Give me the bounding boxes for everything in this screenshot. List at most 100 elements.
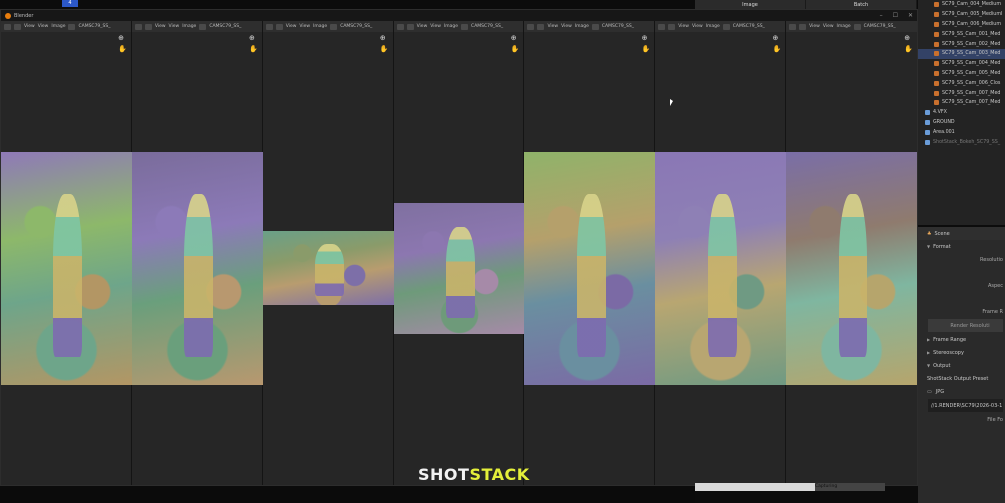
image-browse-icon[interactable] <box>591 23 599 30</box>
outliner-item[interactable]: ShotStack_Bokeh_SC79_SS_ <box>918 137 1005 147</box>
camera-image-name[interactable]: CAMSC79_SS_ <box>864 24 896 29</box>
view-menu[interactable]: View <box>24 24 35 29</box>
stereoscopy-section[interactable]: ▶ Stereoscopy <box>918 346 1005 359</box>
hand-pan-icon[interactable]: ✋ <box>642 46 651 53</box>
view-menu-2[interactable]: View <box>169 24 180 29</box>
image-editor-pane[interactable]: View View Image CAMSC79_SS_ ⊕ ✋ <box>262 21 394 485</box>
mode-icon[interactable] <box>406 23 414 30</box>
outliner-item[interactable]: SC79_Cam_005_MediumI <box>918 10 1005 20</box>
camera-image-name[interactable]: CAMSC79_SS_ <box>209 24 241 29</box>
camera-image-name[interactable]: CAMSC79_SS_ <box>78 24 110 29</box>
close-button[interactable]: ✕ <box>908 12 913 19</box>
output-path-field[interactable]: //1.RENDER\SC79\2026-03-1 <box>928 399 1003 412</box>
editor-type-icon[interactable] <box>396 23 404 30</box>
zoom-icon[interactable]: ⊕ <box>249 35 258 42</box>
editor-type-icon[interactable] <box>4 23 11 30</box>
view-menu-2[interactable]: View <box>692 24 703 29</box>
view-menu-2[interactable]: View <box>299 24 310 29</box>
file-format-row[interactable]: ▭ JPG <box>918 385 1005 398</box>
view-menu[interactable]: View <box>155 24 166 29</box>
view-menu[interactable]: View <box>809 24 820 29</box>
image-editor-pane[interactable]: View View Image CAMSC79_SS_ ⊕ ✋ <box>524 21 656 485</box>
minimize-button[interactable]: – <box>880 12 883 19</box>
view-menu[interactable]: View <box>417 24 428 29</box>
desktop-tab[interactable]: 4 <box>62 0 78 7</box>
outliner-item[interactable]: SC79_SS_Cam_007_Med <box>918 98 1005 108</box>
outliner-item[interactable]: SC79_SS_Cam_001_Med <box>918 29 1005 39</box>
editor-type-icon[interactable] <box>134 23 142 30</box>
hand-pan-icon[interactable]: ✋ <box>380 46 389 53</box>
outliner-item[interactable]: 4.VFX <box>918 108 1005 118</box>
image-menu[interactable]: Image <box>51 24 65 29</box>
image-menu[interactable]: Image <box>444 24 458 29</box>
maximize-button[interactable]: ☐ <box>893 12 898 19</box>
view-menu-2[interactable]: View <box>38 24 49 29</box>
hand-pan-icon[interactable]: ✋ <box>904 46 913 53</box>
camera-image-name[interactable]: CAMSC79_SS_ <box>340 24 372 29</box>
mode-icon[interactable] <box>144 23 152 30</box>
zoom-icon[interactable]: ⊕ <box>642 35 651 42</box>
image-menu[interactable]: Image <box>313 24 327 29</box>
camera-image-name[interactable]: CAMSC79_SS_ <box>471 24 503 29</box>
outliner-item[interactable]: SC79_SS_Cam_004_Med <box>918 59 1005 69</box>
render-resolution-button[interactable]: Render Resoluti <box>928 319 1003 332</box>
frame-range-section[interactable]: ▶ Frame Range <box>918 333 1005 346</box>
image-browse-icon[interactable] <box>853 23 861 30</box>
image-browse-icon[interactable] <box>199 23 207 30</box>
image-menu[interactable]: Image <box>837 24 851 29</box>
format-section[interactable]: ▼ Format <box>918 240 1005 253</box>
frame-rate-field[interactable]: Frame R <box>918 305 1005 318</box>
aspect-field[interactable]: Aspec <box>918 279 1005 292</box>
image-editor-pane[interactable]: View View Image CAMSC79_SS_ ⊕ ✋ <box>131 21 263 485</box>
scene-header[interactable]: ♣ Scene <box>918 227 1005 240</box>
hand-pan-icon[interactable]: ✋ <box>249 46 258 53</box>
mode-icon[interactable] <box>537 23 545 30</box>
outliner-item[interactable]: GROUND <box>918 118 1005 128</box>
camera-image-name[interactable]: CAMSC79_SS_ <box>602 24 634 29</box>
image-browse-icon[interactable] <box>330 23 338 30</box>
image-browse-icon[interactable] <box>461 23 469 30</box>
editor-type-icon[interactable] <box>789 23 797 30</box>
editor-type-icon[interactable] <box>527 23 535 30</box>
hand-pan-icon[interactable]: ✋ <box>772 46 781 53</box>
zoom-icon[interactable]: ⊕ <box>904 35 913 42</box>
image-browse-icon[interactable] <box>68 23 76 30</box>
outliner-item[interactable]: SC79_Cam_004_Medium <box>918 0 1005 10</box>
view-menu[interactable]: View <box>678 24 689 29</box>
image-editor-pane[interactable]: View View Image CAMSC79_SS_ ⊕ ✋ <box>655 21 787 485</box>
hand-pan-icon[interactable]: ✋ <box>118 46 127 53</box>
mode-icon[interactable] <box>14 23 21 30</box>
view-menu[interactable]: View <box>547 24 558 29</box>
view-menu-2[interactable]: View <box>430 24 441 29</box>
hand-pan-icon[interactable]: ✋ <box>511 46 520 53</box>
image-editor-pane[interactable]: View View Image CAMSC79_SS_ ⊕ ✋ <box>1 21 132 485</box>
outliner-item[interactable]: SC79_SS_Cam_007_Med <box>918 88 1005 98</box>
image-editor-pane[interactable]: View View Image CAMSC79_SS_ ⊕ ✋ <box>393 21 525 485</box>
camera-image-name[interactable]: CAMSC79_SS_ <box>733 24 765 29</box>
image-browse-icon[interactable] <box>722 23 730 30</box>
view-menu[interactable]: View <box>286 24 297 29</box>
zoom-icon[interactable]: ⊕ <box>511 35 520 42</box>
image-menu[interactable]: Image <box>575 24 589 29</box>
mode-icon[interactable] <box>668 23 676 30</box>
mode-icon[interactable] <box>275 23 283 30</box>
outliner-item[interactable]: SC79_SS_Cam_006_Clos <box>918 78 1005 88</box>
zoom-icon[interactable]: ⊕ <box>380 35 389 42</box>
outliner-item[interactable]: Area.001 <box>918 127 1005 137</box>
zoom-icon[interactable]: ⊕ <box>772 35 781 42</box>
outliner-item[interactable]: SC79_SS_Cam_005_Med <box>918 69 1005 79</box>
image-menu[interactable]: Image <box>182 24 196 29</box>
mode-icon[interactable] <box>799 23 807 30</box>
editor-type-icon[interactable] <box>265 23 273 30</box>
zoom-icon[interactable]: ⊕ <box>118 35 127 42</box>
file-format-field[interactable]: File Fo <box>918 413 1005 426</box>
image-editor-pane[interactable]: View View Image CAMSC79_SS_ ⊕ ✋ <box>786 21 918 485</box>
view-menu-2[interactable]: View <box>823 24 834 29</box>
outliner-item[interactable]: SC79_Cam_006_Medium <box>918 20 1005 30</box>
outliner-item[interactable]: SC79_SS_Cam_002_Med <box>918 39 1005 49</box>
view-menu-2[interactable]: View <box>561 24 572 29</box>
outliner-item[interactable]: SC79_SS_Cam_003_Med <box>918 48 1005 59</box>
output-section[interactable]: ▼ Output <box>918 359 1005 372</box>
resolution-field[interactable]: Resolutio <box>918 253 1005 266</box>
editor-type-icon[interactable] <box>658 23 666 30</box>
